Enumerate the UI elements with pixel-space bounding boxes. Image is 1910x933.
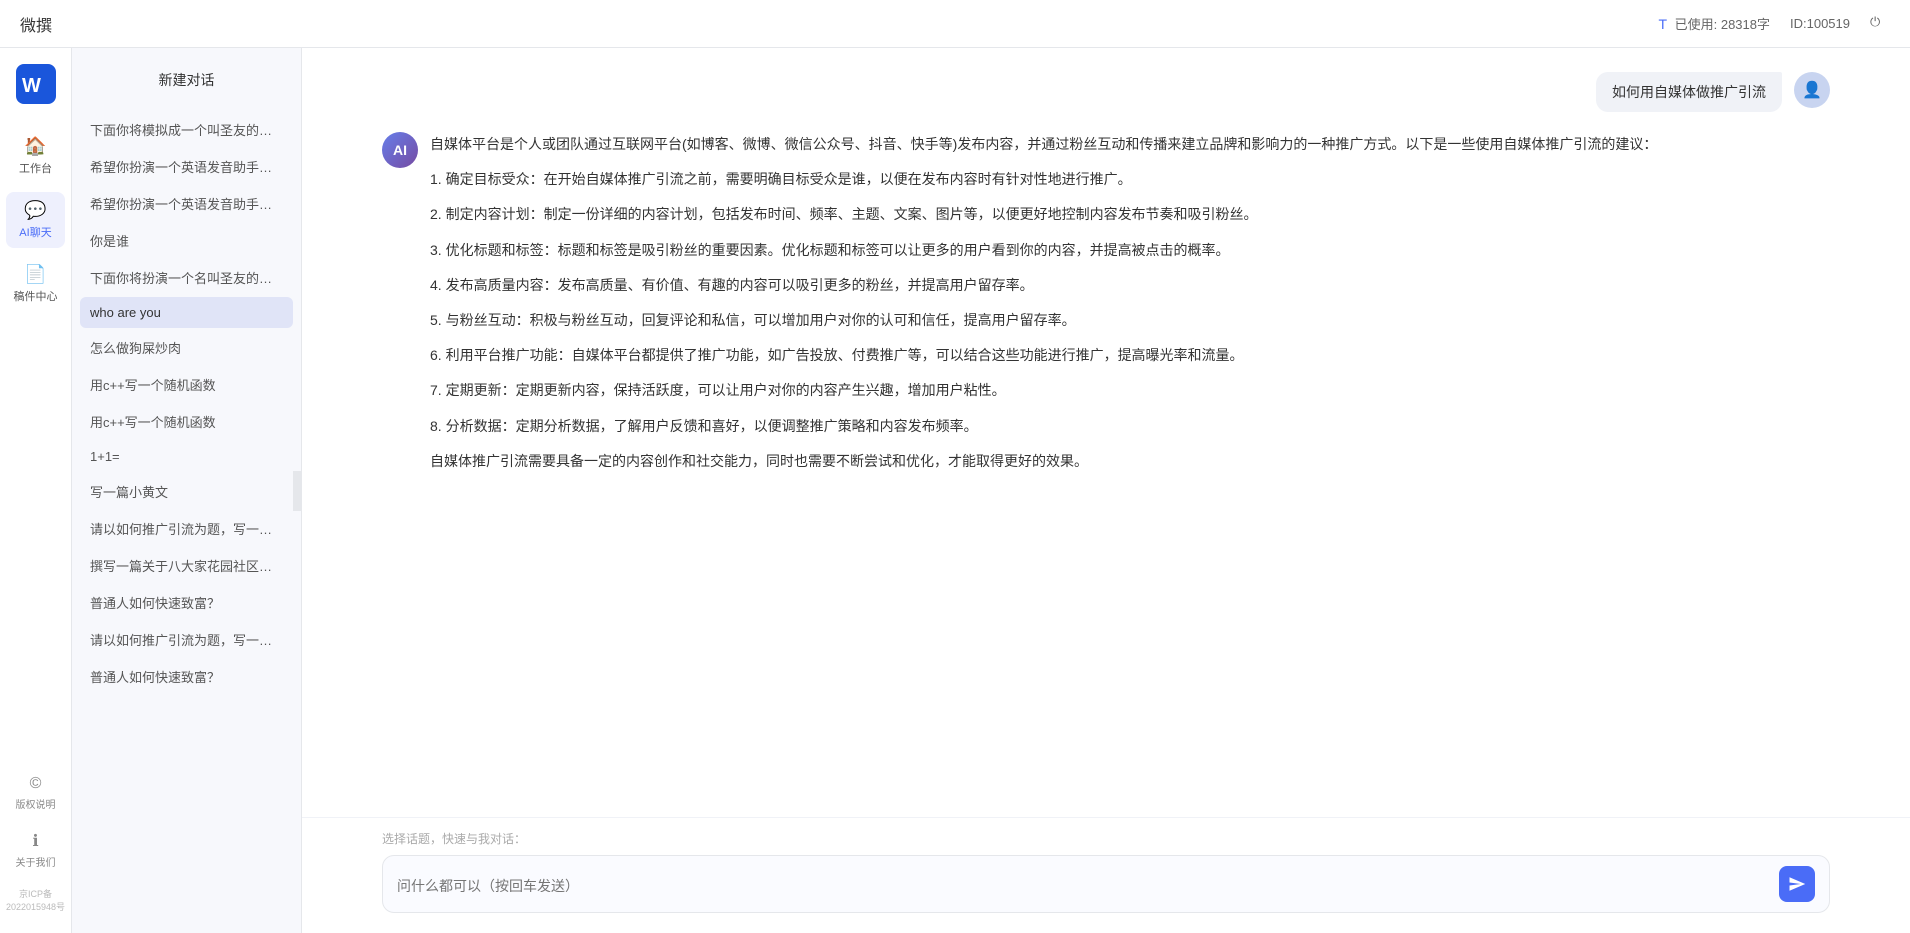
chat-list-item[interactable]: 普通人如何快速致富？ bbox=[80, 585, 293, 620]
chat-list-item[interactable]: 1+1= bbox=[80, 441, 293, 472]
usage-icon: T bbox=[1658, 16, 1667, 32]
chat-list-item[interactable]: 下面你将扮演一个名叫圣友的医生 bbox=[80, 260, 293, 295]
message-row-assistant: AI 自媒体平台是个人或团队通过互联网平台(如博客、微博、微信公众号、抖音、快手等… bbox=[382, 132, 1830, 474]
chat-list-item[interactable]: 用c++写一个随机函数 bbox=[80, 404, 293, 439]
about-label: 关于我们 bbox=[16, 854, 56, 869]
message-row-user: 如何用自媒体做推广引流 👤 bbox=[382, 72, 1830, 112]
about-item[interactable]: ℹ 关于我们 bbox=[6, 825, 65, 875]
workbench-icon: 🏠 bbox=[24, 136, 46, 157]
id-label: ID:100519 bbox=[1790, 16, 1850, 31]
new-chat-button[interactable]: 新建对话 bbox=[88, 64, 285, 96]
copyright-label: 版权说明 bbox=[16, 796, 56, 811]
chat-input-area: 选择话题，快速与我对话： bbox=[302, 817, 1910, 933]
sidebar-item-ai-chat[interactable]: 💬 AI聊天 bbox=[6, 192, 65, 248]
chat-list-item[interactable]: who are you bbox=[80, 297, 293, 328]
svg-text:W: W bbox=[22, 75, 41, 97]
topbar-right: T 已使用: 28318字 ID:100519 ⏻ bbox=[1658, 14, 1890, 34]
user-message-bubble: 如何用自媒体做推广引流 bbox=[1596, 72, 1782, 112]
topbar: 微撰 T 已使用: 28318字 ID:100519 ⏻ bbox=[0, 0, 1910, 48]
ai-chat-icon: 💬 bbox=[24, 200, 46, 221]
power-button[interactable]: ⏻ bbox=[1870, 14, 1890, 34]
workbench-label: 工作台 bbox=[19, 160, 52, 176]
chat-main: 如何用自媒体做推广引流 👤 AI 自媒体平台是个人或团队通过互联网平台(如博客、微… bbox=[302, 48, 1910, 933]
sidebar-item-workbench[interactable]: 🏠 工作台 bbox=[6, 128, 65, 184]
chat-messages: 如何用自媒体做推广引流 👤 AI 自媒体平台是个人或团队通过互联网平台(如博客、微… bbox=[302, 48, 1910, 817]
nav-items: 🏠 工作台 💬 AI聊天 📄 稿件中心 bbox=[0, 128, 71, 769]
nav-bottom: © 版权说明 ℹ 关于我们 京ICP备2022015948号 bbox=[0, 769, 71, 917]
chat-list-item[interactable]: 请以如何推广引流为题，写一篇大纲 bbox=[80, 511, 293, 546]
sidebar-collapse-button[interactable]: ‹ bbox=[293, 471, 302, 511]
chat-list-item[interactable]: 你是谁 bbox=[80, 223, 293, 258]
chat-list: 下面你将模拟成一个叫圣友的程序员，我说…希望你扮演一个英语发音助手，我提供给你…… bbox=[72, 112, 301, 933]
chat-list-item[interactable]: 希望你扮演一个英语发音助手，我提供给你… bbox=[80, 149, 293, 184]
chat-sidebar: 新建对话 下面你将模拟成一个叫圣友的程序员，我说…希望你扮演一个英语发音助手，我… bbox=[72, 48, 302, 933]
copyright-item[interactable]: © 版权说明 bbox=[6, 769, 65, 817]
chat-list-item[interactable]: 用c++写一个随机函数 bbox=[80, 367, 293, 402]
drafts-label: 稿件中心 bbox=[14, 288, 58, 304]
chat-list-item[interactable]: 下面你将模拟成一个叫圣友的程序员，我说… bbox=[80, 112, 293, 147]
chat-list-item[interactable]: 请以如何推广引流为题，写一篇大纲 bbox=[80, 622, 293, 657]
send-icon bbox=[1788, 875, 1806, 893]
ai-avatar: AI bbox=[382, 132, 418, 168]
drafts-icon: 📄 bbox=[24, 264, 46, 285]
chat-list-item[interactable]: 撰写一篇关于八大家花园社区一刻钟便民生… bbox=[80, 548, 293, 583]
copyright-icon: © bbox=[30, 775, 42, 793]
topbar-title: 微撰 bbox=[20, 12, 52, 36]
sidebar-item-drafts[interactable]: 📄 稿件中心 bbox=[6, 256, 65, 312]
logo-icon: W bbox=[16, 64, 56, 104]
assistant-message-content: 自媒体平台是个人或团队通过互联网平台(如博客、微博、微信公众号、抖音、快手等)发… bbox=[430, 132, 1830, 474]
ai-chat-label: AI聊天 bbox=[19, 224, 51, 240]
usage-info: T 已使用: 28318字 bbox=[1658, 14, 1770, 33]
chat-list-item[interactable]: 写一篇小黄文 bbox=[80, 474, 293, 509]
send-button[interactable] bbox=[1779, 866, 1815, 902]
input-wrapper bbox=[382, 855, 1830, 913]
chat-sidebar-header: 新建对话 bbox=[72, 48, 301, 112]
logo-area: W bbox=[16, 64, 56, 104]
user-avatar: 👤 bbox=[1794, 72, 1830, 108]
chat-list-item[interactable]: 普通人如何快速致富？ bbox=[80, 659, 293, 694]
quick-topics-label: 选择话题，快速与我对话： bbox=[382, 830, 1830, 847]
chat-list-item[interactable]: 怎么做狗屎炒肉 bbox=[80, 330, 293, 365]
about-icon: ℹ bbox=[32, 831, 38, 851]
chat-input[interactable] bbox=[397, 876, 1771, 892]
usage-label: 已使用: 28318字 bbox=[1675, 17, 1770, 32]
left-nav: W 🏠 工作台 💬 AI聊天 📄 稿件中心 © 版权说明 ℹ bbox=[0, 48, 72, 933]
chat-list-item[interactable]: 希望你扮演一个英语发音助手，我提供给你… bbox=[80, 186, 293, 221]
main-layout: W 🏠 工作台 💬 AI聊天 📄 稿件中心 © 版权说明 ℹ bbox=[0, 48, 1910, 933]
icp-text: 京ICP备2022015948号 bbox=[0, 883, 71, 917]
